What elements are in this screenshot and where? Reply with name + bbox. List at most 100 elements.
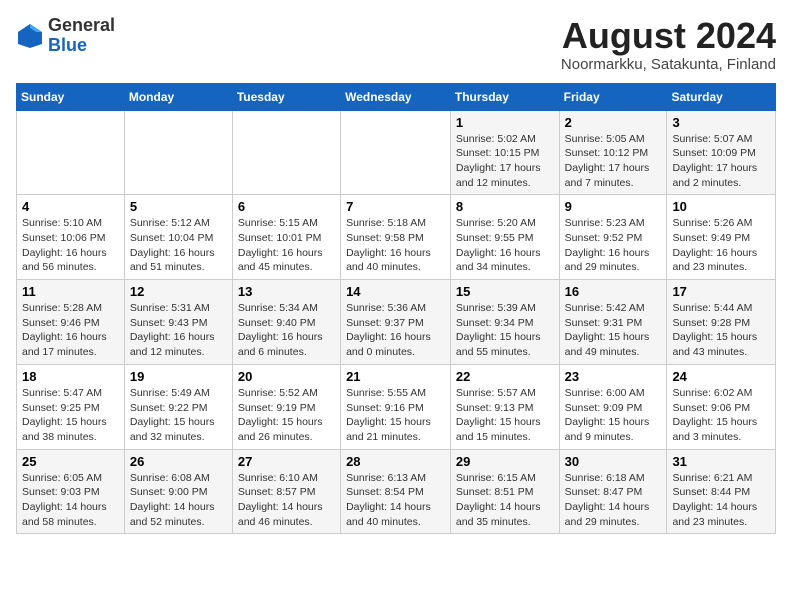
- day-number: 3: [672, 115, 770, 130]
- day-info: Sunrise: 5:05 AM Sunset: 10:12 PM Daylig…: [565, 132, 662, 191]
- day-number: 5: [130, 199, 227, 214]
- day-info: Sunrise: 5:34 AM Sunset: 9:40 PM Dayligh…: [238, 301, 335, 360]
- day-number: 26: [130, 454, 227, 469]
- day-info: Sunrise: 6:13 AM Sunset: 8:54 PM Dayligh…: [346, 471, 445, 530]
- location: Noormarkku, Satakunta, Finland: [561, 56, 776, 73]
- day-info: Sunrise: 5:02 AM Sunset: 10:15 PM Daylig…: [456, 132, 554, 191]
- calendar-week-row: 11 Sunrise: 5:28 AM Sunset: 9:46 PM Dayli…: [17, 280, 776, 365]
- day-info: Sunrise: 5:49 AM Sunset: 9:22 PM Dayligh…: [130, 386, 227, 445]
- day-number: 27: [238, 454, 335, 469]
- calendar-cell: 9 Sunrise: 5:23 AM Sunset: 9:52 PM Daylig…: [559, 195, 667, 280]
- calendar-cell: 28 Sunrise: 6:13 AM Sunset: 8:54 PM Dayli…: [341, 449, 451, 534]
- calendar-cell: [341, 110, 451, 195]
- day-info: Sunrise: 5:55 AM Sunset: 9:16 PM Dayligh…: [346, 386, 445, 445]
- calendar-cell: 6 Sunrise: 5:15 AM Sunset: 10:01 PM Dayli…: [232, 195, 340, 280]
- day-info: Sunrise: 6:05 AM Sunset: 9:03 PM Dayligh…: [22, 471, 119, 530]
- calendar-cell: 7 Sunrise: 5:18 AM Sunset: 9:58 PM Daylig…: [341, 195, 451, 280]
- calendar-cell: 10 Sunrise: 5:26 AM Sunset: 9:49 PM Dayli…: [667, 195, 776, 280]
- day-info: Sunrise: 6:08 AM Sunset: 9:00 PM Dayligh…: [130, 471, 227, 530]
- day-number: 7: [346, 199, 445, 214]
- day-number: 24: [672, 369, 770, 384]
- day-number: 8: [456, 199, 554, 214]
- logo: General Blue: [16, 16, 115, 56]
- calendar-cell: [124, 110, 232, 195]
- calendar-cell: 25 Sunrise: 6:05 AM Sunset: 9:03 PM Dayli…: [17, 449, 125, 534]
- calendar-cell: 23 Sunrise: 6:00 AM Sunset: 9:09 PM Dayli…: [559, 364, 667, 449]
- calendar-cell: 31Sunrise: 6:21 AM Sunset: 8:44 PM Dayli…: [667, 449, 776, 534]
- day-info: Sunrise: 6:15 AM Sunset: 8:51 PM Dayligh…: [456, 471, 554, 530]
- day-info: Sunrise: 5:28 AM Sunset: 9:46 PM Dayligh…: [22, 301, 119, 360]
- day-info: Sunrise: 6:18 AM Sunset: 8:47 PM Dayligh…: [565, 471, 662, 530]
- day-number: 11: [22, 284, 119, 299]
- day-number: 30: [565, 454, 662, 469]
- day-info: Sunrise: 6:02 AM Sunset: 9:06 PM Dayligh…: [672, 386, 770, 445]
- calendar-table: SundayMondayTuesdayWednesdayThursdayFrid…: [16, 83, 776, 535]
- day-info: Sunrise: 6:10 AM Sunset: 8:57 PM Dayligh…: [238, 471, 335, 530]
- day-of-week-header: Monday: [124, 83, 232, 110]
- day-of-week-header: Tuesday: [232, 83, 340, 110]
- calendar-cell: 18 Sunrise: 5:47 AM Sunset: 9:25 PM Dayli…: [17, 364, 125, 449]
- calendar-cell: [232, 110, 340, 195]
- calendar-cell: 19 Sunrise: 5:49 AM Sunset: 9:22 PM Dayli…: [124, 364, 232, 449]
- day-info: Sunrise: 5:18 AM Sunset: 9:58 PM Dayligh…: [346, 216, 445, 275]
- day-number: 18: [22, 369, 119, 384]
- day-number: 21: [346, 369, 445, 384]
- day-info: Sunrise: 5:42 AM Sunset: 9:31 PM Dayligh…: [565, 301, 662, 360]
- calendar-week-row: 4Sunrise: 5:10 AM Sunset: 10:06 PM Dayli…: [17, 195, 776, 280]
- calendar-cell: 13 Sunrise: 5:34 AM Sunset: 9:40 PM Dayli…: [232, 280, 340, 365]
- day-info: Sunrise: 5:12 AM Sunset: 10:04 PM Daylig…: [130, 216, 227, 275]
- day-info: Sunrise: 5:07 AM Sunset: 10:09 PM Daylig…: [672, 132, 770, 191]
- calendar-cell: 8Sunrise: 5:20 AM Sunset: 9:55 PM Daylig…: [450, 195, 559, 280]
- day-of-week-header: Thursday: [450, 83, 559, 110]
- day-number: 25: [22, 454, 119, 469]
- day-number: 10: [672, 199, 770, 214]
- calendar-cell: 29 Sunrise: 6:15 AM Sunset: 8:51 PM Dayli…: [450, 449, 559, 534]
- day-of-week-header: Friday: [559, 83, 667, 110]
- day-number: 1: [456, 115, 554, 130]
- month-year: August 2024: [561, 16, 776, 56]
- logo-icon: [16, 22, 44, 50]
- calendar-header-row: SundayMondayTuesdayWednesdayThursdayFrid…: [17, 83, 776, 110]
- calendar-cell: 26 Sunrise: 6:08 AM Sunset: 9:00 PM Dayli…: [124, 449, 232, 534]
- day-of-week-header: Sunday: [17, 83, 125, 110]
- calendar-week-row: 25 Sunrise: 6:05 AM Sunset: 9:03 PM Dayli…: [17, 449, 776, 534]
- day-number: 29: [456, 454, 554, 469]
- calendar-cell: 2 Sunrise: 5:05 AM Sunset: 10:12 PM Dayli…: [559, 110, 667, 195]
- day-number: 6: [238, 199, 335, 214]
- day-info: Sunrise: 5:23 AM Sunset: 9:52 PM Dayligh…: [565, 216, 662, 275]
- day-info: Sunrise: 5:10 AM Sunset: 10:06 PM Daylig…: [22, 216, 119, 275]
- calendar-week-row: 18 Sunrise: 5:47 AM Sunset: 9:25 PM Dayli…: [17, 364, 776, 449]
- day-number: 23: [565, 369, 662, 384]
- calendar-week-row: 1 Sunrise: 5:02 AM Sunset: 10:15 PM Dayli…: [17, 110, 776, 195]
- day-info: Sunrise: 5:36 AM Sunset: 9:37 PM Dayligh…: [346, 301, 445, 360]
- day-number: 12: [130, 284, 227, 299]
- day-number: 31: [672, 454, 770, 469]
- day-number: 13: [238, 284, 335, 299]
- day-info: Sunrise: 5:39 AM Sunset: 9:34 PM Dayligh…: [456, 301, 554, 360]
- calendar-cell: 30 Sunrise: 6:18 AM Sunset: 8:47 PM Dayli…: [559, 449, 667, 534]
- day-info: Sunrise: 5:31 AM Sunset: 9:43 PM Dayligh…: [130, 301, 227, 360]
- day-number: 9: [565, 199, 662, 214]
- calendar-cell: 27 Sunrise: 6:10 AM Sunset: 8:57 PM Dayli…: [232, 449, 340, 534]
- day-info: Sunrise: 6:00 AM Sunset: 9:09 PM Dayligh…: [565, 386, 662, 445]
- day-info: Sunrise: 5:57 AM Sunset: 9:13 PM Dayligh…: [456, 386, 554, 445]
- day-number: 14: [346, 284, 445, 299]
- calendar-cell: 12 Sunrise: 5:31 AM Sunset: 9:43 PM Dayli…: [124, 280, 232, 365]
- calendar-cell: 5 Sunrise: 5:12 AM Sunset: 10:04 PM Dayli…: [124, 195, 232, 280]
- day-number: 19: [130, 369, 227, 384]
- calendar-cell: 15 Sunrise: 5:39 AM Sunset: 9:34 PM Dayli…: [450, 280, 559, 365]
- calendar-cell: 1 Sunrise: 5:02 AM Sunset: 10:15 PM Dayli…: [450, 110, 559, 195]
- calendar-cell: [17, 110, 125, 195]
- day-number: 2: [565, 115, 662, 130]
- day-number: 16: [565, 284, 662, 299]
- day-info: Sunrise: 5:26 AM Sunset: 9:49 PM Dayligh…: [672, 216, 770, 275]
- day-info: Sunrise: 5:47 AM Sunset: 9:25 PM Dayligh…: [22, 386, 119, 445]
- calendar-cell: 4Sunrise: 5:10 AM Sunset: 10:06 PM Dayli…: [17, 195, 125, 280]
- day-number: 15: [456, 284, 554, 299]
- calendar-cell: 22Sunrise: 5:57 AM Sunset: 9:13 PM Dayli…: [450, 364, 559, 449]
- calendar-cell: 24 Sunrise: 6:02 AM Sunset: 9:06 PM Dayli…: [667, 364, 776, 449]
- page-header: General Blue August 2024 Noormarkku, Sat…: [16, 16, 776, 73]
- day-info: Sunrise: 5:15 AM Sunset: 10:01 PM Daylig…: [238, 216, 335, 275]
- day-number: 28: [346, 454, 445, 469]
- calendar-cell: 21 Sunrise: 5:55 AM Sunset: 9:16 PM Dayli…: [341, 364, 451, 449]
